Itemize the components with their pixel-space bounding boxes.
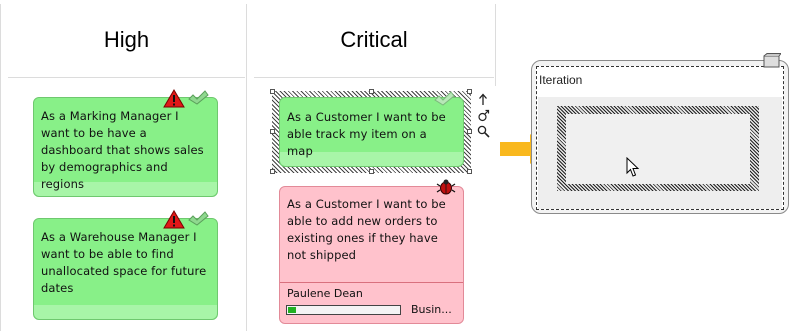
package-icon — [763, 53, 781, 68]
up-arrow-icon[interactable] — [477, 93, 489, 106]
resize-handle[interactable] — [270, 169, 275, 174]
warning-icon — [163, 89, 185, 108]
card-footer — [34, 305, 217, 319]
category-label: Busin... — [411, 303, 452, 316]
bug-icon — [436, 179, 456, 195]
check-tick-icon — [188, 90, 209, 105]
story-text: As a Warehouse Manager I want to be able… — [41, 230, 207, 295]
story-card-marking-manager[interactable]: As a Marking Manager I want to be have a… — [33, 97, 218, 197]
column-divider — [246, 4, 247, 331]
check-tick-icon — [434, 91, 455, 106]
story-text: As a Customer I want to be able track my… — [287, 110, 446, 158]
card-footer: Paulene Dean Busin... — [280, 282, 463, 323]
mouse-pointer-icon — [626, 157, 640, 177]
header-rule — [254, 77, 494, 78]
resize-handle[interactable] — [270, 89, 275, 94]
column-divider — [0, 4, 1, 331]
resize-handle[interactable] — [467, 169, 472, 174]
resize-handle[interactable] — [369, 169, 374, 174]
progress-fill — [288, 307, 296, 313]
search-icon[interactable] — [477, 125, 490, 138]
iteration-label: Iteration — [539, 73, 583, 87]
progress-bar — [286, 305, 401, 315]
check-tick-icon — [188, 211, 209, 226]
drop-target[interactable] — [566, 114, 750, 184]
story-card-warehouse-manager[interactable]: As a Warehouse Manager I want to be able… — [33, 218, 218, 320]
resize-handle[interactable] — [270, 129, 275, 134]
story-text: As a Marking Manager I want to be have a… — [41, 109, 204, 191]
assignee-name: Paulene Dean — [287, 287, 363, 300]
story-card-track-item[interactable]: As a Customer I want to be able track my… — [279, 97, 464, 167]
resize-handle[interactable] — [369, 89, 374, 94]
column-header-critical[interactable]: Critical — [254, 26, 494, 54]
header-rule — [8, 77, 245, 78]
resize-handle[interactable] — [467, 129, 472, 134]
resize-handle[interactable] — [467, 89, 472, 94]
story-text: As a Customer I want to be able to add n… — [287, 197, 446, 262]
warning-icon — [163, 210, 185, 229]
column-header-high[interactable]: High — [8, 26, 245, 54]
column-divider — [495, 4, 496, 86]
link-connector-icon[interactable] — [477, 109, 490, 122]
story-card-add-orders[interactable]: As a Customer I want to be able to add n… — [279, 186, 464, 324]
